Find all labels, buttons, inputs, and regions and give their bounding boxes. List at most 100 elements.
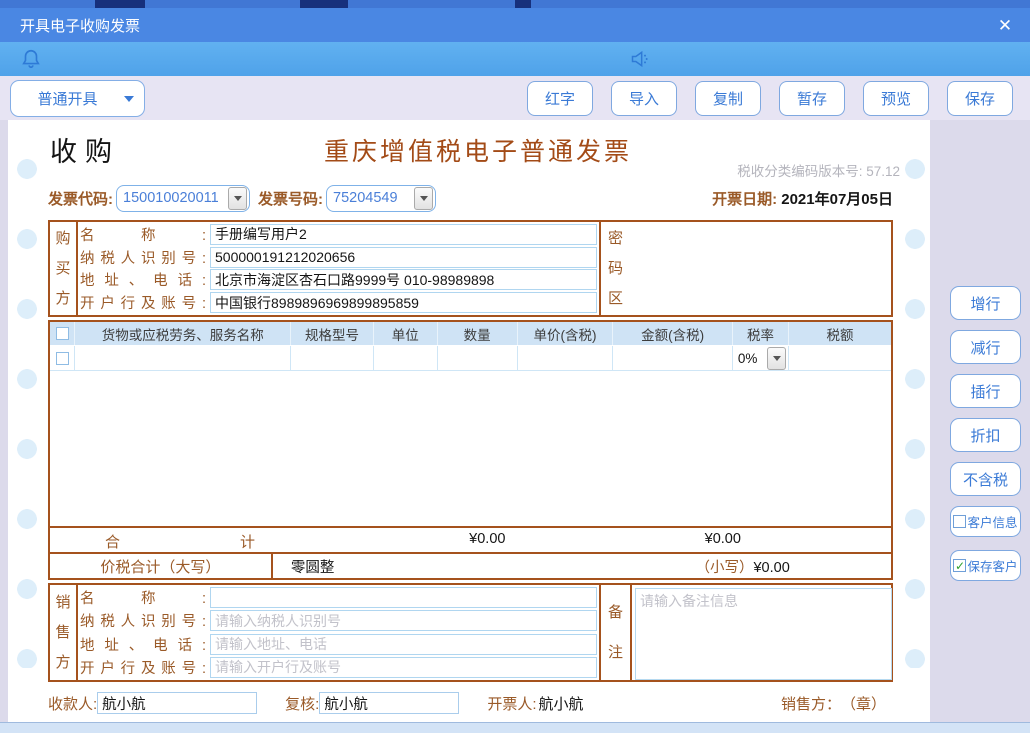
unit-price-cell[interactable] [518,346,614,370]
buyer-bank-label: 开户行及账号: [80,292,206,313]
col-unit-price: 单价(含税) [518,322,614,345]
seller-taxid-input[interactable] [210,610,597,631]
invoice-date-value: 2021年07月05日 [781,191,893,208]
invoice-date: 开票日期: 2021年07月05日 [712,188,893,209]
save-button[interactable]: 保存 [947,81,1013,116]
table-row: 0% [50,345,891,371]
import-button[interactable]: 导入 [611,81,677,116]
table-empty-area [50,371,891,526]
buyer-taxid-input[interactable] [210,247,597,268]
seller-address-input[interactable] [210,634,597,655]
grand-amount: ¥0.00 [753,560,789,576]
notification-bar [0,42,1030,76]
seller-name-label: 名称: [80,587,206,608]
reviewer-label: 复核: [285,693,319,714]
background-fragment [515,0,531,8]
col-tax-amount: 税额 [789,322,891,345]
buyer-address-input[interactable] [210,269,597,290]
bottom-strip [0,722,1030,733]
save-customer-checkbox[interactable]: ✓ [953,559,966,572]
bell-icon[interactable] [20,48,42,70]
amount-in-figures: （小写）¥0.00 [662,556,823,577]
grand-total-row: 价税合计（大写） 零圆整 （小写）¥0.00 [50,552,891,578]
totals-amount: ¥0.00 [672,531,773,547]
payee-input[interactable] [97,692,257,714]
seller-stamp-label: 销售方： （章） [781,693,886,714]
buyer-bank-row: 开户行及账号: [80,291,597,314]
customer-info-toggle[interactable]: 客户信息 [950,506,1021,537]
invoice-date-label: 开票日期: [712,191,777,208]
copy-button[interactable]: 复制 [695,81,761,116]
seller-address-label: 地址、电话: [80,634,206,655]
col-tax-rate: 税率 [733,322,789,345]
save-customer-label: 保存客户 [967,556,1017,575]
insert-row-button[interactable]: 插行 [950,374,1021,408]
close-icon[interactable]: ✕ [994,15,1016,37]
seller-bank-input[interactable] [210,657,597,678]
tax-code-version-note: 税收分类编码版本号: 57.12 [737,160,900,180]
remove-row-button[interactable]: 减行 [950,330,1021,364]
save-customer-toggle[interactable]: ✓保存客户 [950,550,1021,581]
invoice-number-label: 发票号码: [258,188,323,209]
announcement-horn-icon[interactable] [630,49,650,69]
temp-save-button[interactable]: 暂存 [779,81,845,116]
issue-mode-value: 普通开具 [11,88,124,109]
seller-party-label: 销售方 [50,585,78,680]
remark-area [632,585,891,680]
discount-button[interactable]: 折扣 [950,418,1021,452]
amount-cell[interactable] [613,346,732,370]
toolbar: 普通开具 红字 导入 复制 暂存 预览 保存 [0,76,1030,120]
seller-address-row: 地址、电话: [80,633,597,656]
buyer-name-input[interactable] [210,224,597,245]
customer-info-label: 客户信息 [967,512,1017,531]
remark-label: 备注 [599,585,632,680]
issue-mode-select[interactable]: 普通开具 [10,80,145,117]
col-unit: 单位 [374,322,438,345]
invoice-code-label: 发票代码: [48,188,113,209]
buyer-section: 购买方 名称: 纳税人识别号: 地址、电话: 开户行及账号: 密码区 [48,220,893,317]
invoice-title: 重庆增值税电子普通发票 [248,132,708,168]
buyer-bank-input[interactable] [210,292,597,313]
goods-name-cell[interactable] [75,346,291,370]
invoice-number-select[interactable]: 75204549 [326,185,436,212]
items-table: 货物或应税劳务、服务名称 规格型号 单位 数量 单价(含税) 金额(含税) 税率… [48,320,893,580]
seller-bank-row: 开户行及账号: [80,656,597,679]
tax-rate-select[interactable]: 0% [733,346,788,370]
chevron-down-icon [414,187,433,210]
invoice-code-row: 发票代码: 150010020011 发票号码: 75204549 开票日期: … [48,184,893,212]
customer-info-checkbox[interactable] [953,515,966,528]
tax-exclusive-button[interactable]: 不含税 [950,462,1021,496]
add-row-button[interactable]: 增行 [950,286,1021,320]
unit-cell[interactable] [374,346,438,370]
chevron-down-icon [228,187,247,210]
dialog-title: 开具电子收购发票 [20,15,140,36]
drawer-value: 航小航 [539,693,584,714]
invoice-number-value: 75204549 [327,190,414,206]
invoice-code-select[interactable]: 150010020011 [116,185,250,212]
spec-cell[interactable] [291,346,373,370]
seller-taxid-row: 纳税人识别号: [80,609,597,632]
row-checkbox[interactable] [56,352,69,365]
password-area-label: 密码区 [599,222,630,315]
tax-rate-cell: 0% [733,346,789,370]
chevron-down-icon [767,347,786,370]
select-all-checkbox[interactable] [56,327,69,340]
buyer-taxid-row: 纳税人识别号: [80,246,597,269]
invoice-code-value: 150010020011 [117,190,228,206]
red-invoice-button[interactable]: 红字 [527,81,593,116]
preview-button[interactable]: 预览 [863,81,929,116]
invoice-paper: 收购 重庆增值税电子普通发票 税收分类编码版本号: 57.12 发票代码: 15… [8,120,930,722]
drawer-label: 开票人: [487,693,536,714]
chevron-down-icon [124,96,134,102]
background-fragment [95,0,145,8]
background-fragment [300,0,348,8]
invoice-stub-label: 收购 [50,130,120,169]
reviewer-input[interactable] [319,692,459,714]
invoice-footer: 收款人: 复核: 开票人: 航小航 销售方： （章） [48,690,908,716]
seller-section: 销售方 名称: 纳税人识别号: 地址、电话: 开户行及账号: 备注 [48,583,893,682]
remark-input[interactable] [635,588,892,680]
seller-name-input[interactable] [210,587,597,608]
payee-label: 收款人: [48,693,97,714]
qty-cell[interactable] [438,346,518,370]
tax-amount-cell[interactable] [789,346,891,370]
